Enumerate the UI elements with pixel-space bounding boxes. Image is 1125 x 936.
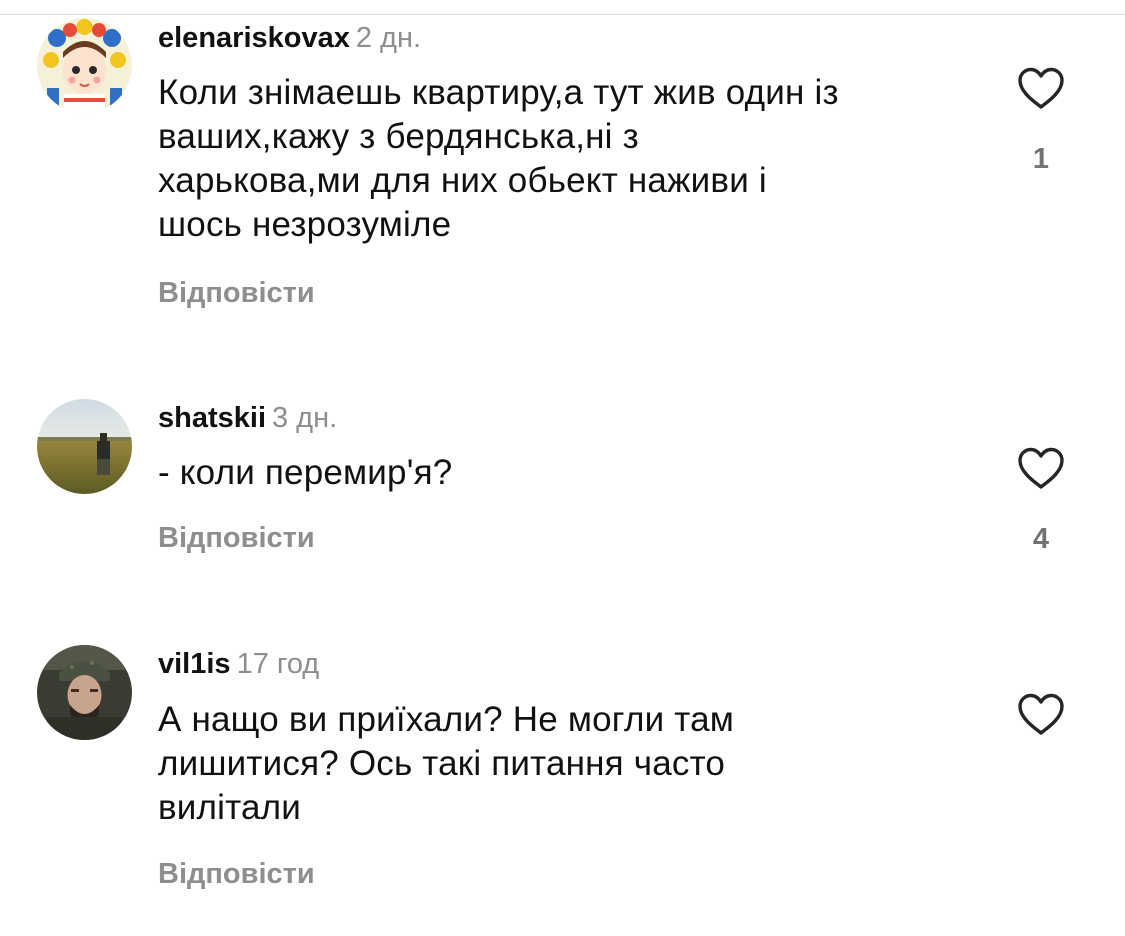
comment-meta: vil1is 17 год <box>158 647 319 681</box>
avatar-photo-icon <box>37 645 132 740</box>
reply-button[interactable]: Відповісти <box>158 521 315 555</box>
like-count[interactable]: 1 <box>1016 142 1066 176</box>
reply-button[interactable]: Відповісти <box>158 857 315 891</box>
comment-text: Коли знімаешь квартиру,а тут жив один із… <box>158 71 988 247</box>
comment-text-line: шось незрозуміле <box>158 205 452 244</box>
avatar-illustration-icon <box>37 18 132 113</box>
username[interactable]: elenariskovax <box>158 22 350 54</box>
avatar[interactable] <box>37 645 132 740</box>
heart-icon[interactable] <box>1016 446 1066 490</box>
comment-text-line: вилітали <box>158 788 302 827</box>
comment-meta: shatskii 3 дн. <box>158 401 337 435</box>
comment-meta: elenariskovax 2 дн. <box>158 21 421 55</box>
avatar[interactable] <box>37 18 132 113</box>
avatar[interactable] <box>37 399 132 494</box>
comment-text-line: А нащо ви приїхали? Не могли там <box>158 700 735 739</box>
username[interactable]: shatskii <box>158 402 266 434</box>
reply-button[interactable]: Відповісти <box>158 276 315 310</box>
comment-text: А нащо ви приїхали? Не могли там лишитис… <box>158 698 988 830</box>
top-divider <box>0 14 1125 15</box>
comment-time: 17 год <box>236 648 320 680</box>
comment-time: 2 дн. <box>355 22 422 54</box>
comment-text: - коли перемир'я? <box>158 451 988 495</box>
comment-text-line: харькова,ми для них обьект наживи і <box>158 161 767 200</box>
comment-text-line: лишитися? Ось такі питання часто <box>158 744 726 783</box>
heart-icon[interactable] <box>1016 692 1066 736</box>
like-count[interactable]: 4 <box>1016 522 1066 556</box>
comment-text-line: ваших,кажу з бердянська,ні з <box>158 117 639 156</box>
avatar-photo-icon <box>37 399 132 494</box>
comment-text-line: Коли знімаешь квартиру,а тут жив один із <box>158 73 839 112</box>
username[interactable]: vil1is <box>158 648 231 680</box>
comment-text-line: - коли перемир'я? <box>158 453 453 492</box>
heart-icon[interactable] <box>1016 66 1066 110</box>
comment-time: 3 дн. <box>272 402 338 434</box>
